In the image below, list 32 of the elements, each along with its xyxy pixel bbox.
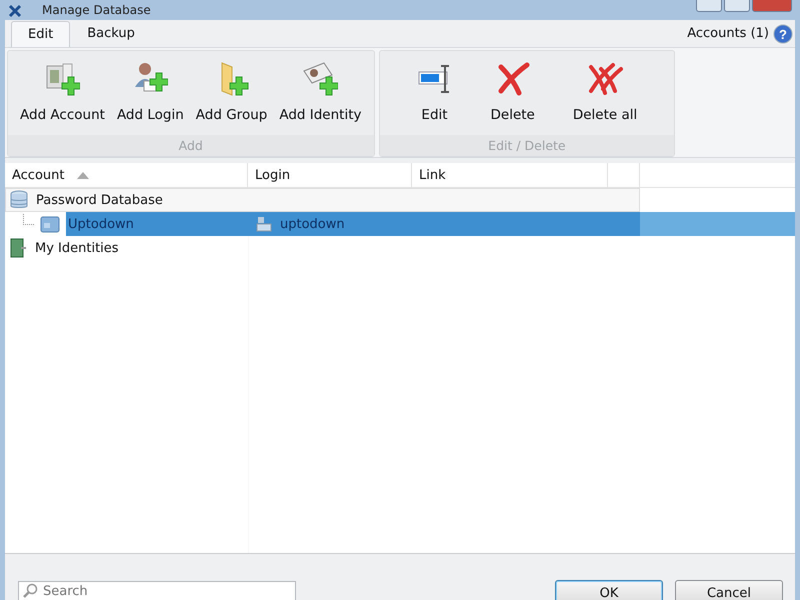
dialog-button[interactable]: Cancel — [675, 580, 783, 600]
folder-icon — [40, 215, 60, 233]
column-header[interactable]: Link — [412, 163, 608, 187]
app-icon — [8, 4, 22, 18]
account-row[interactable]: My Identities — [33, 236, 248, 260]
column-header[interactable]: Login — [248, 163, 412, 187]
login-cell: uptodown — [280, 216, 345, 232]
window-title: Manage Database — [42, 2, 151, 18]
ribbon-tab[interactable]: Backup — [70, 20, 152, 47]
ribbon-button[interactable]: Add Account — [14, 51, 111, 135]
database-icon — [10, 190, 28, 210]
double-x-icon — [587, 61, 624, 97]
ribbon-button[interactable]: Delete — [472, 51, 554, 135]
account-row[interactable]: Uptodown — [66, 212, 248, 236]
group-label: Edit / Delete — [380, 135, 674, 156]
accounts-count: Accounts (1) — [687, 26, 769, 41]
column-header[interactable]: Account — [5, 163, 248, 187]
ribbon-tab[interactable]: Edit — [11, 21, 70, 47]
dialog-button[interactable]: OK — [555, 580, 663, 600]
ribbon-button[interactable]: Add Login — [110, 51, 190, 135]
door-icon — [9, 238, 27, 258]
ribbon-button[interactable]: Add Group — [190, 51, 274, 135]
ribbon-button[interactable]: Edit — [398, 51, 472, 135]
ribbon-button[interactable]: Add Identity — [273, 51, 368, 135]
document-plus-icon — [44, 61, 80, 97]
group-label: Add — [8, 135, 374, 156]
search-icon — [22, 583, 38, 599]
id-card-plus-icon — [302, 61, 338, 97]
ribbon-button[interactable]: Delete all — [554, 51, 656, 135]
search-field[interactable]: Search — [18, 580, 296, 600]
help-icon[interactable]: ? — [773, 24, 793, 44]
login-icon — [256, 216, 272, 232]
